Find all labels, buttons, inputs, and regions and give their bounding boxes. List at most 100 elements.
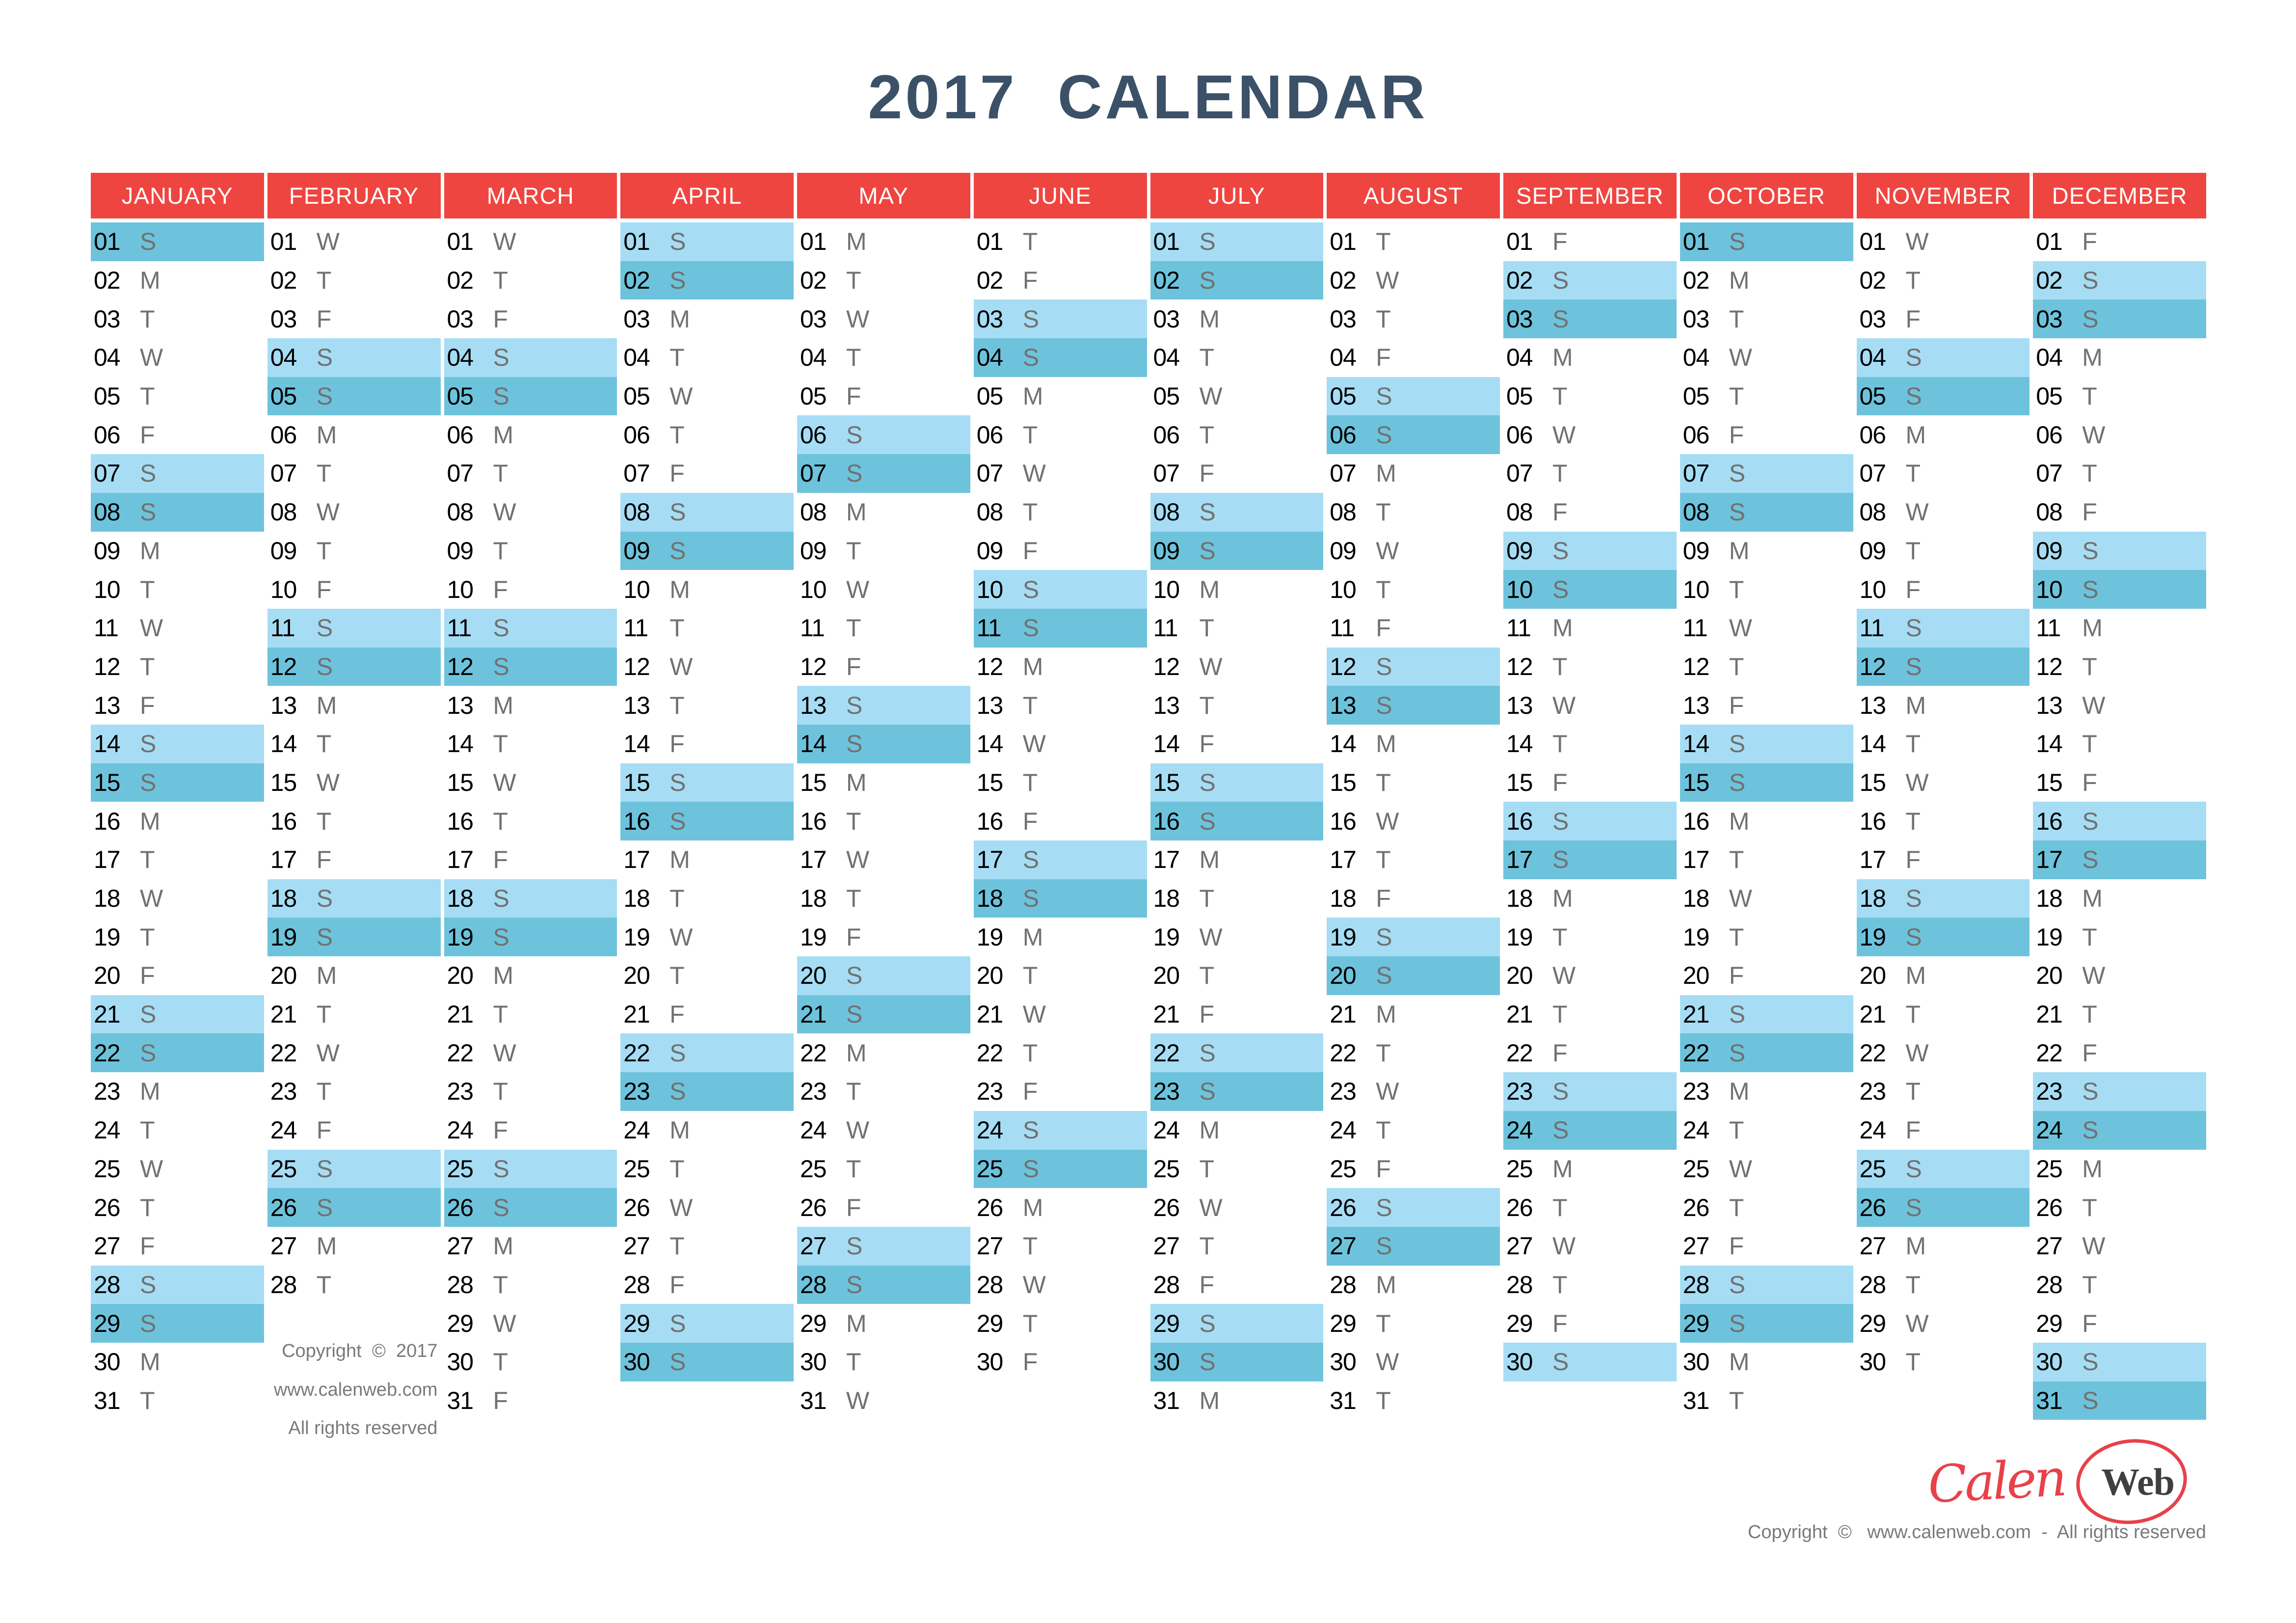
day-row[interactable]: 08 S	[620, 492, 794, 532]
day-row[interactable]: 03 F	[267, 299, 441, 338]
day-row[interactable]: 16 F	[974, 802, 1147, 840]
day-row[interactable]: 20 F	[91, 956, 264, 995]
day-row[interactable]: 06 W	[2033, 415, 2206, 454]
day-row[interactable]: 05 S	[267, 377, 441, 416]
day-row[interactable]: 05 W	[620, 377, 794, 416]
day-row[interactable]: 30 T	[1857, 1343, 2030, 1381]
day-row[interactable]: 26 W	[620, 1188, 794, 1227]
day-row[interactable]: 27 S	[797, 1226, 970, 1266]
day-row[interactable]: 03 S	[2033, 299, 2206, 339]
day-row[interactable]: 03 S	[973, 299, 1147, 339]
day-row[interactable]: 11 W	[91, 609, 264, 648]
day-row[interactable]: 07 T	[267, 454, 441, 493]
day-row[interactable]: 15 W	[444, 763, 617, 802]
day-row[interactable]: 28 W	[974, 1266, 1147, 1304]
day-row[interactable]: 09 S	[2033, 531, 2206, 570]
day-row[interactable]: 28 T	[267, 1266, 441, 1304]
month-header-august[interactable]: AUGUST	[1327, 173, 1500, 218]
day-row[interactable]: 11 T	[1150, 609, 1324, 648]
day-row[interactable]: 08 F	[1503, 493, 1677, 532]
day-row[interactable]: 28 T	[444, 1266, 617, 1304]
day-row[interactable]: 22 W	[1857, 1033, 2030, 1072]
day-row[interactable]: 01 S	[1150, 222, 1324, 261]
day-row[interactable]: 30 S	[620, 1342, 794, 1381]
day-row[interactable]: 27 T	[1150, 1227, 1324, 1266]
day-row[interactable]: 03 T	[91, 299, 264, 338]
day-row[interactable]: 12 S	[1327, 647, 1500, 686]
day-row[interactable]: 29 W	[444, 1304, 617, 1343]
day-row[interactable]: 24 T	[91, 1111, 264, 1150]
day-row[interactable]: 31 T	[1327, 1381, 1500, 1420]
day-row[interactable]: 15 S	[620, 763, 794, 802]
day-row[interactable]: 09 W	[1327, 532, 1500, 570]
day-row[interactable]: 23 W	[1327, 1072, 1500, 1111]
day-row[interactable]: 27 F	[91, 1227, 264, 1266]
day-row[interactable]	[1503, 1381, 1677, 1420]
day-row[interactable]: 21 T	[1857, 995, 2030, 1034]
day-row[interactable]: 14 F	[1150, 725, 1324, 763]
day-row[interactable]: 19 T	[2033, 918, 2206, 956]
day-row[interactable]: 04 S	[267, 338, 441, 377]
day-row[interactable]: 05 T	[1503, 377, 1677, 416]
day-row[interactable]: 16 T	[444, 802, 617, 840]
day-row[interactable]: 20 W	[2033, 956, 2206, 995]
day-row[interactable]: 18 S	[444, 879, 617, 918]
day-row[interactable]: 25 W	[1680, 1150, 1853, 1189]
day-row[interactable]: 15 T	[974, 763, 1147, 802]
day-row[interactable]: 10 S	[1503, 570, 1677, 609]
day-row[interactable]: 04 T	[1150, 338, 1324, 377]
day-row[interactable]: 04 M	[1503, 338, 1677, 377]
day-row[interactable]: 25 W	[91, 1150, 264, 1189]
day-row[interactable]: 04 T	[620, 338, 794, 377]
day-row[interactable]: 21 S	[1680, 995, 1853, 1034]
day-row[interactable]: 30 S	[1503, 1342, 1677, 1381]
day-row[interactable]: 08 W	[444, 493, 617, 532]
day-row[interactable]: 14 T	[444, 725, 617, 763]
day-row[interactable]: 18 T	[797, 879, 970, 918]
day-row[interactable]: 06 T	[974, 415, 1147, 454]
day-row[interactable]: 07 S	[91, 454, 264, 493]
day-row[interactable]: 30 F	[974, 1343, 1147, 1381]
day-row[interactable]: 18 W	[1680, 879, 1853, 918]
day-row[interactable]: 15 F	[1503, 763, 1677, 802]
day-row[interactable]: 27 M	[267, 1227, 441, 1266]
day-row[interactable]: 17 S	[973, 840, 1147, 879]
day-row[interactable]: 10 T	[1327, 570, 1500, 609]
day-row[interactable]: 06 F	[91, 415, 264, 454]
day-row[interactable]: 29 T	[1327, 1304, 1500, 1343]
day-row[interactable]: 30 M	[91, 1343, 264, 1381]
day-row[interactable]: 16 T	[267, 802, 441, 840]
day-row[interactable]: 10 M	[620, 570, 794, 609]
day-row[interactable]: 06 T	[620, 415, 794, 454]
day-row[interactable]: 23 M	[1680, 1072, 1853, 1111]
day-row[interactable]: 23 T	[1857, 1072, 2030, 1111]
day-row[interactable]: 09 S	[1503, 531, 1677, 570]
day-row[interactable]: 25 S	[1856, 1149, 2030, 1189]
day-row[interactable]: 03 F	[444, 299, 617, 338]
day-row[interactable]: 02 T	[267, 261, 441, 300]
day-row[interactable]: 06 T	[1150, 415, 1324, 454]
day-row[interactable]: 14 S	[797, 724, 970, 763]
day-row[interactable]: 11 S	[973, 608, 1147, 648]
day-row[interactable]: 20 S	[797, 956, 970, 995]
day-row[interactable]: 13 T	[974, 686, 1147, 725]
day-row[interactable]: 15 W	[267, 763, 441, 802]
day-row[interactable]: 04 W	[1680, 338, 1853, 377]
day-row[interactable]: 29 W	[1857, 1304, 2030, 1343]
month-header-june[interactable]: JUNE	[973, 173, 1147, 218]
day-row[interactable]: 14 S	[1680, 724, 1853, 763]
day-row[interactable]: 01 F	[1503, 222, 1677, 261]
day-row[interactable]: 12 S	[1856, 647, 2030, 686]
day-row[interactable]: 27 T	[974, 1227, 1147, 1266]
day-row[interactable]: 01 W	[267, 222, 441, 261]
day-row[interactable]: 01 S	[91, 222, 264, 261]
day-row[interactable]: 17 W	[797, 840, 970, 879]
day-row[interactable]: 01 S	[620, 222, 794, 261]
day-row[interactable]: 07 T	[1503, 454, 1677, 493]
day-row[interactable]: 29 S	[620, 1304, 794, 1343]
day-row[interactable]: 03 M	[620, 299, 794, 338]
day-row[interactable]: 18 S	[267, 879, 441, 918]
day-row[interactable]: 20 T	[620, 956, 794, 995]
day-row[interactable]: 04 S	[973, 338, 1147, 377]
day-row[interactable]: 12 W	[620, 648, 794, 686]
